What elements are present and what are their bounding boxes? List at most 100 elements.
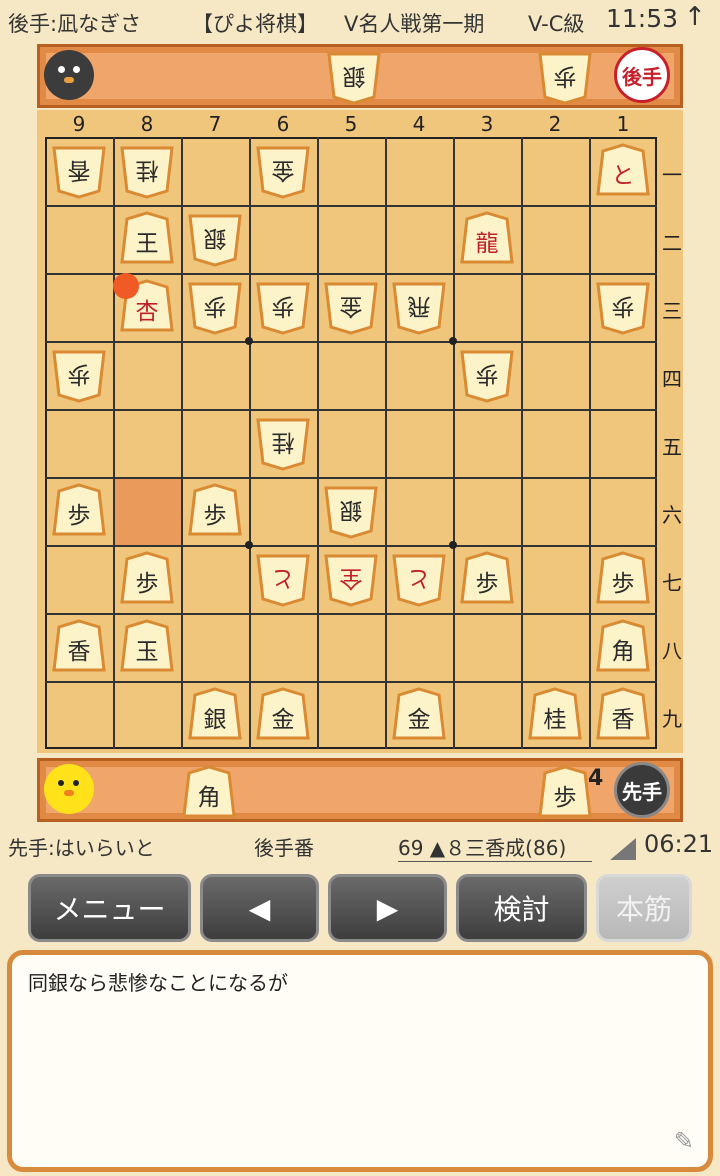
piece-label: 金 — [339, 293, 363, 319]
grid-line — [317, 137, 319, 749]
board-piece[interactable]: 飛 — [392, 278, 446, 336]
piece-label: 歩 — [67, 503, 91, 529]
board-piece[interactable]: 歩 — [596, 550, 650, 608]
piece-label: 玉 — [135, 639, 159, 665]
edit-pencil-icon[interactable]: ✎ — [674, 1127, 694, 1155]
row-label: 六 — [662, 503, 682, 527]
analyze-button[interactable]: 検討 — [456, 874, 587, 942]
sente-hand-pawn[interactable]: 歩 — [538, 764, 592, 822]
comment-text: 同銀なら悲惨なことになるが — [28, 971, 288, 995]
last-move-from-square — [113, 477, 181, 545]
grid-line — [45, 273, 657, 275]
grid-line — [45, 477, 657, 479]
board-piece[interactable]: 香 — [52, 142, 106, 200]
mainline-button: 本筋 — [596, 874, 692, 942]
prev-move-button[interactable]: ◀ — [200, 874, 319, 942]
gote-hand-silver[interactable]: 銀 — [327, 48, 381, 106]
board-piece[interactable]: と — [392, 550, 446, 608]
grid-line — [453, 137, 455, 749]
piece-label: と — [271, 565, 295, 591]
board-piece[interactable]: 銀 — [188, 210, 242, 268]
piece-label: 歩 — [67, 361, 91, 387]
board-piece[interactable]: 玉 — [120, 618, 174, 676]
board-piece[interactable]: 桂 — [528, 686, 582, 744]
piece-label: 桂 — [135, 157, 159, 183]
piece-label: 金 — [271, 157, 295, 183]
gote-badge: 後手 — [614, 47, 670, 103]
status-bar: 後手:凪なぎさ 【ぴよ将棋】 V名人戦第一期 V-C級 11:53 ↑ — [0, 0, 720, 42]
menu-button[interactable]: メニュー — [28, 874, 191, 942]
grid-line — [521, 137, 523, 749]
comment-box[interactable]: 同銀なら悲惨なことになるが ✎ — [7, 950, 713, 1172]
grid-line — [45, 409, 657, 411]
star-point — [245, 337, 253, 345]
board-piece[interactable]: 金 — [324, 278, 378, 336]
board-piece[interactable]: と — [256, 550, 310, 608]
board-piece[interactable]: 銀 — [188, 686, 242, 744]
column-label: 4 — [412, 112, 426, 136]
last-move-marker — [113, 273, 139, 299]
piece-label: 歩 — [203, 293, 227, 319]
piece-label: 角 — [611, 639, 635, 665]
elapsed-time: 06:21 — [644, 830, 714, 858]
board-piece[interactable]: 歩 — [256, 278, 310, 336]
clock: 11:53 — [606, 4, 679, 33]
board-piece[interactable]: と — [596, 142, 650, 200]
board-piece[interactable]: 歩 — [460, 346, 514, 404]
dropdown-corner-icon[interactable] — [610, 838, 636, 860]
board-piece[interactable]: 歩 — [188, 482, 242, 540]
piece-label: と — [611, 163, 635, 189]
row-label: 一 — [662, 163, 682, 187]
piece-label: 銀 — [203, 707, 227, 733]
board-piece[interactable]: 香 — [52, 618, 106, 676]
board-piece[interactable]: 金 — [256, 686, 310, 744]
board-piece[interactable]: 歩 — [596, 278, 650, 336]
board-piece[interactable]: 金 — [256, 142, 310, 200]
grid-line — [589, 137, 591, 749]
event-name: V名人戦第一期 — [344, 12, 485, 36]
board-piece[interactable]: 香 — [596, 686, 650, 744]
piece-label: 歩 — [475, 361, 499, 387]
move-record[interactable]: 69 ▲８三香成(86) — [398, 832, 593, 862]
board-piece[interactable]: 歩 — [188, 278, 242, 336]
grid-line — [181, 137, 183, 749]
upload-arrow-icon: ↑ — [684, 2, 706, 32]
board-piece[interactable]: 金 — [392, 686, 446, 744]
board-piece[interactable]: 歩 — [52, 346, 106, 404]
board-piece[interactable]: 銀 — [324, 482, 378, 540]
piece-label: 香 — [67, 157, 91, 183]
column-label: 5 — [344, 112, 358, 136]
gote-avatar — [44, 50, 94, 100]
row-label: 四 — [662, 367, 682, 391]
piece-label: 全 — [339, 565, 363, 591]
column-label: 1 — [616, 112, 630, 136]
piece-label: と — [407, 565, 431, 591]
piece-label: 歩 — [135, 571, 159, 597]
piece-label: 金 — [407, 707, 431, 733]
grid-line — [249, 137, 251, 749]
column-label: 8 — [140, 112, 154, 136]
grid-line — [45, 205, 657, 207]
grid-line — [45, 681, 657, 683]
board-piece[interactable]: 歩 — [120, 550, 174, 608]
board-piece[interactable]: 龍 — [460, 210, 514, 268]
column-label: 7 — [208, 112, 222, 136]
row-label: 九 — [662, 707, 682, 731]
piece-label: 銀 — [339, 497, 363, 523]
board-piece[interactable]: 王 — [120, 210, 174, 268]
board-piece[interactable]: 桂 — [256, 414, 310, 472]
board-piece[interactable]: 全 — [324, 550, 378, 608]
next-move-button[interactable]: ▶ — [328, 874, 447, 942]
gote-hand-pawn[interactable]: 歩 — [538, 48, 592, 106]
sente-hand-bishop[interactable]: 角 — [182, 764, 236, 822]
star-point — [449, 337, 457, 345]
board-piece[interactable]: 角 — [596, 618, 650, 676]
sente-pawn-count: 4 — [588, 766, 604, 791]
board-piece[interactable]: 桂 — [120, 142, 174, 200]
row-label: 七 — [662, 571, 682, 595]
board-piece[interactable]: 歩 — [52, 482, 106, 540]
piece-label: 桂 — [271, 429, 295, 455]
board-piece[interactable]: 歩 — [460, 550, 514, 608]
piece-label: 銀 — [203, 225, 227, 251]
piece-label: 王 — [135, 231, 159, 257]
